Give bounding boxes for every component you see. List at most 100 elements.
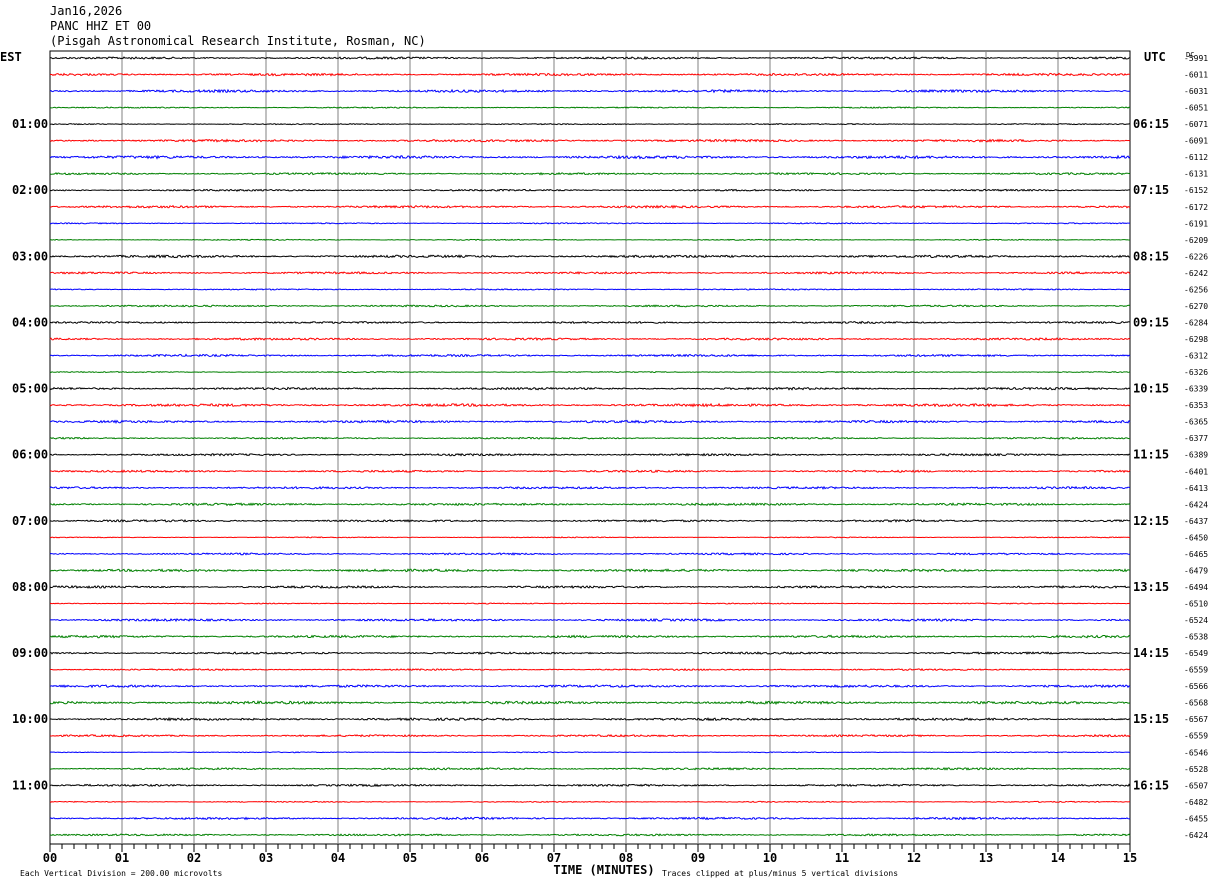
right-hour-label: 11:15 (1133, 448, 1169, 462)
dc-offset-label: -6510 (1184, 599, 1208, 608)
dc-offset-label: -6507 (1184, 781, 1208, 790)
dc-offset-label: -6450 (1184, 533, 1208, 542)
trace-line (49, 668, 1131, 672)
x-tick-label: 13 (979, 851, 993, 865)
trace-line (49, 452, 1131, 457)
trace-line (49, 751, 1130, 754)
trace-line (49, 436, 1131, 440)
trace-line (49, 122, 1131, 126)
dc-offset-label: -6568 (1184, 699, 1208, 708)
left-hour-label: 04:00 (12, 315, 48, 329)
dc-offset-label: -6071 (1184, 120, 1208, 129)
trace-line (49, 419, 1131, 425)
right-timezone: UTC (1144, 50, 1166, 64)
trace-line (49, 800, 1131, 803)
dc-offset-label: -6256 (1184, 285, 1208, 294)
right-hour-label: 16:15 (1133, 778, 1169, 792)
x-tick-label: 03 (259, 851, 273, 865)
dc-offset-label: -6455 (1184, 814, 1208, 823)
trace-line (49, 288, 1131, 291)
dc-offset-label: -6326 (1184, 368, 1208, 377)
trace-line (49, 337, 1131, 342)
trace-line (49, 833, 1131, 837)
trace-line (49, 766, 1131, 771)
dc-offset-label: -6365 (1184, 418, 1208, 427)
right-hour-label: 10:15 (1133, 382, 1169, 396)
dc-offset-label: -6312 (1184, 352, 1208, 361)
trace-line (49, 634, 1131, 639)
left-timezone: EST (0, 50, 22, 64)
right-hour-label: 14:15 (1133, 646, 1169, 660)
x-axis-label: TIME (MINUTES) (553, 863, 654, 877)
dc-offset-label: -6051 (1184, 104, 1208, 113)
left-hour-label: 11:00 (12, 778, 48, 792)
right-hour-label: 09:15 (1133, 315, 1169, 329)
right-hour-label: 06:15 (1133, 117, 1169, 131)
dc-offset-label: -6424 (1184, 500, 1208, 509)
dc-offset-label: -6191 (1184, 219, 1208, 228)
trace-line (49, 552, 1130, 556)
seismogram-plot: 00 01 02 03 04 05 06 07 08 09 10 11 12 13 14 15TIME (MI… (0, 50, 1208, 878)
x-tick-label: 01 (115, 851, 129, 865)
trace-line (49, 254, 1131, 259)
dc-offset-label: -6538 (1184, 633, 1208, 642)
dc-offset-label: -6424 (1184, 831, 1208, 840)
dc-offset-label: -6465 (1184, 550, 1208, 559)
dc-offset-label: -6031 (1184, 87, 1208, 96)
dc-offset-label: -5991 (1184, 54, 1208, 63)
trace-line (49, 816, 1131, 821)
dc-offset-label: -6524 (1184, 616, 1208, 625)
dc-offset-label: -6353 (1184, 401, 1208, 410)
left-hour-label: 06:00 (12, 448, 48, 462)
trace-line (49, 171, 1131, 176)
left-hour-label: 05:00 (12, 382, 48, 396)
dc-offset-label: -6559 (1184, 732, 1208, 741)
dc-offset-label: -6567 (1184, 715, 1208, 724)
dc-offset-label: -6528 (1184, 765, 1208, 774)
x-tick-label: 02 (187, 851, 201, 865)
trace-line (49, 188, 1130, 192)
left-hour-label: 02:00 (12, 183, 48, 197)
dc-offset-label: -6389 (1184, 451, 1208, 460)
trace-line (49, 222, 1131, 225)
dc-offset-label: -6270 (1184, 302, 1208, 311)
x-tick-label: 10 (763, 851, 777, 865)
dc-offset-label: -6284 (1184, 318, 1208, 327)
left-hour-label: 09:00 (12, 646, 48, 660)
trace-line (49, 700, 1131, 706)
trace-line (49, 733, 1131, 738)
x-tick-label: 12 (907, 851, 921, 865)
trace-line (49, 304, 1131, 308)
left-hour-label: 10:00 (12, 712, 48, 726)
trace-line (49, 485, 1131, 490)
trace-line (49, 386, 1131, 391)
trace-line (49, 72, 1131, 77)
right-hour-label: 15:15 (1133, 712, 1169, 726)
x-tick-label: 06 (475, 851, 489, 865)
dc-offset-label: -6482 (1184, 798, 1208, 807)
trace-line (49, 518, 1131, 523)
trace-line (49, 716, 1131, 722)
dc-offset-label: -6339 (1184, 385, 1208, 394)
trace-line (49, 584, 1131, 589)
helicorder: Jan16,2026 PANC HHZ ET 00 (Pisgah Astron… (0, 0, 1210, 886)
trace-line (49, 238, 1130, 241)
right-hour-label: 08:15 (1133, 249, 1169, 263)
x-tick-label: 04 (331, 851, 345, 865)
left-hour-label: 03:00 (12, 249, 48, 263)
x-tick-label: 09 (691, 851, 705, 865)
left-hour-label: 07:00 (12, 514, 48, 528)
dc-offset-label: -6112 (1184, 153, 1208, 162)
x-tick-label: 14 (1051, 851, 1065, 865)
trace-line (49, 568, 1131, 573)
clip-note: Traces clipped at plus/minus 5 vertical … (662, 869, 898, 878)
dc-offset-label: -6011 (1184, 71, 1208, 80)
dc-offset-label: -6131 (1184, 170, 1208, 179)
dc-offset-label: -6413 (1184, 484, 1208, 493)
dc-offset-label: -6172 (1184, 203, 1208, 212)
trace-line (49, 651, 1131, 655)
plot-frame (49, 50, 1131, 845)
dc-offset-label: -6152 (1184, 186, 1208, 195)
trace-line (49, 536, 1130, 539)
trace-line (49, 684, 1131, 689)
